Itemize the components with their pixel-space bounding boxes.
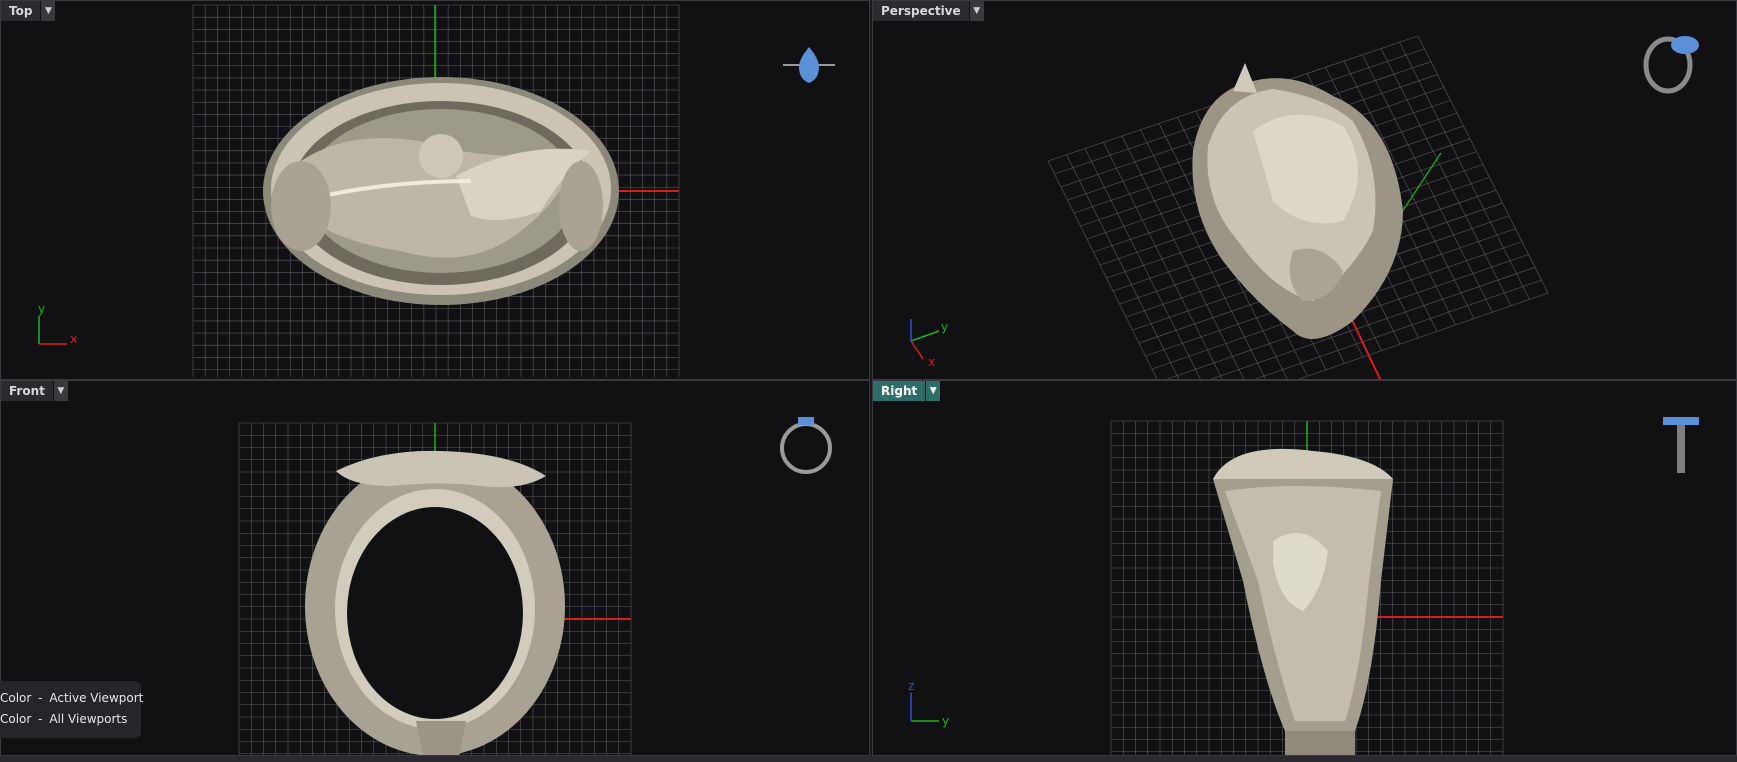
viewcube-ring-icon[interactable] bbox=[1643, 36, 1699, 94]
axis-label-z: z bbox=[908, 679, 914, 693]
status-bar bbox=[0, 756, 1737, 762]
viewport-top[interactable]: Top ▼ x y bbox=[0, 0, 870, 380]
axis-label-y: y bbox=[941, 320, 948, 334]
axis-widget-top: x y bbox=[38, 302, 77, 346]
legend-row1-separator: - bbox=[38, 691, 43, 705]
viewport-front-title[interactable]: Front bbox=[1, 381, 53, 401]
viewport-right-canvas[interactable]: y z bbox=[873, 381, 1737, 756]
viewcube-gem-icon[interactable] bbox=[783, 47, 835, 83]
viewport-perspective-canvas[interactable]: x y bbox=[873, 1, 1737, 380]
viewcube-ring-right-icon[interactable] bbox=[1663, 417, 1699, 473]
viewport-perspective-title[interactable]: Perspective bbox=[873, 1, 969, 21]
viewport-perspective-dropdown-icon[interactable]: ▼ bbox=[969, 1, 984, 21]
axis-label-x: x bbox=[70, 332, 77, 346]
viewport-top-canvas[interactable]: x y bbox=[1, 1, 870, 380]
ring-model-top[interactable] bbox=[263, 77, 619, 305]
legend-row2-separator: - bbox=[38, 712, 43, 726]
legend-row2-value: All Viewports bbox=[49, 712, 128, 726]
viewport-front-title-tab[interactable]: Front ▼ bbox=[1, 381, 68, 401]
viewport-perspective[interactable]: Perspective ▼ x y bbox=[872, 0, 1737, 380]
viewport-color-legend: Color - Active Viewport Color - All Viewport… bbox=[0, 681, 143, 738]
viewport-perspective-title-tab[interactable]: Perspective ▼ bbox=[873, 1, 984, 21]
axis-widget-right: y z bbox=[908, 679, 949, 728]
legend-row-all: Color - All Viewports bbox=[0, 712, 127, 726]
axis-label-y: y bbox=[38, 302, 45, 316]
viewport-top-dropdown-icon[interactable]: ▼ bbox=[41, 1, 56, 21]
viewport-right-title[interactable]: Right bbox=[873, 381, 926, 401]
viewport-right-dropdown-icon[interactable]: ▼ bbox=[926, 381, 941, 401]
axis-widget-perspective: x y bbox=[910, 319, 948, 369]
axis-label-x: x bbox=[928, 355, 935, 369]
legend-row1-value: Active Viewport bbox=[49, 691, 144, 705]
axis-label-y: y bbox=[942, 714, 949, 728]
legend-row2-label: Color bbox=[0, 712, 32, 726]
viewport-top-title-tab[interactable]: Top ▼ bbox=[1, 1, 56, 21]
legend-row1-label: Color bbox=[0, 691, 32, 705]
viewcube-ring-front-icon[interactable] bbox=[780, 417, 832, 474]
viewport-right-title-tab[interactable]: Right ▼ bbox=[873, 381, 941, 401]
ring-model-perspective[interactable] bbox=[1192, 63, 1403, 340]
viewport-top-title[interactable]: Top bbox=[1, 1, 41, 21]
legend-row-active: Color - Active Viewport bbox=[0, 691, 143, 705]
ring-model-right[interactable] bbox=[1213, 448, 1393, 756]
viewport-right[interactable]: Right ▼ y z bbox=[872, 380, 1737, 756]
viewport-front-dropdown-icon[interactable]: ▼ bbox=[53, 381, 68, 401]
